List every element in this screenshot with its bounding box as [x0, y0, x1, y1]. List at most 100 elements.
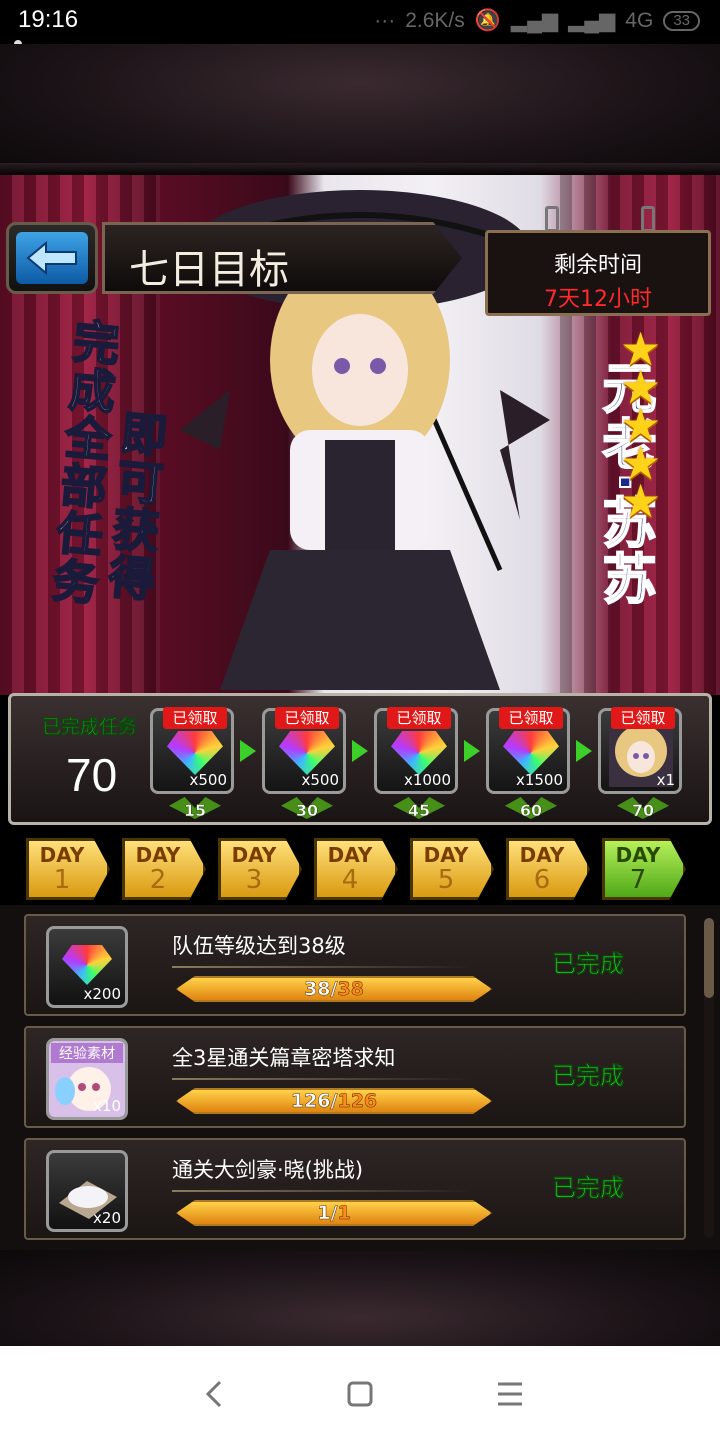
page-title-plate: 七日目标 — [102, 222, 462, 294]
hero-star-rating: ★ ★ ★ ★ ★ — [620, 326, 662, 528]
scrollbar-thumb[interactable] — [704, 918, 714, 998]
remaining-time-value: 7天12小时 — [544, 287, 652, 312]
rainbow-gem-icon — [391, 731, 447, 775]
task-reward-icon[interactable]: x200 — [46, 926, 128, 1008]
arrow-right-icon — [464, 740, 480, 762]
reward-quantity: x200 — [83, 985, 121, 1003]
day-tab-number: 7 — [629, 865, 647, 895]
day-tab-label: DAY — [423, 843, 469, 867]
back-arrow-icon — [16, 232, 88, 284]
rainbow-gem-icon — [279, 731, 335, 775]
completed-tasks-label: 已完成任务 — [42, 716, 138, 739]
network-type: 4G — [625, 8, 654, 32]
milestone-reward-2[interactable]: 已领取 x500 30 — [262, 707, 346, 820]
rainbow-gem-icon — [503, 731, 559, 775]
tab-day-6[interactable]: DAY 6 — [506, 838, 590, 900]
signal-icon: ▂▄▆ — [510, 9, 559, 32]
claimed-badge: 已领取 — [387, 707, 451, 729]
nav-menu-icon[interactable] — [495, 1374, 525, 1414]
day-tab-label: DAY — [231, 843, 277, 867]
claimed-badge: 已领取 — [163, 707, 227, 729]
divider — [172, 966, 472, 968]
milestone-reward-4[interactable]: 已领取 x1500 60 — [486, 707, 570, 820]
status-bar: 19:16 ··· 2.6K/s 🔕 ▂▄▆ ▂▄▆ 4G 33 — [0, 0, 720, 48]
tab-day-3[interactable]: DAY 3 — [218, 838, 302, 900]
tab-day-1[interactable]: DAY 1 — [26, 838, 110, 900]
task-row[interactable]: x200 队伍等级达到38级 38/38 已完成 — [24, 914, 686, 1016]
day-tab-number: 4 — [341, 865, 359, 895]
task-row[interactable]: x20 通关大剑豪·晓(挑战) 1/1 已完成 — [24, 1138, 686, 1240]
sign-hook-left — [545, 206, 559, 232]
divider — [172, 1078, 472, 1080]
progress-text: 126/126 — [290, 1090, 378, 1113]
remaining-time-panel: 剩余时间 7天12小时 — [485, 230, 711, 316]
day-tab-label: DAY — [135, 843, 181, 867]
progress-total: 1 — [337, 1202, 351, 1225]
status-icons: ··· 2.6K/s 🔕 ▂▄▆ ▂▄▆ 4G 33 — [374, 8, 700, 33]
arrow-right-icon — [352, 740, 368, 762]
arrow-right-icon — [576, 740, 592, 762]
task-status-completed: 已完成 — [552, 950, 625, 979]
rainbow-gem-icon — [62, 945, 112, 985]
progress-total: 38 — [337, 978, 364, 1001]
day-tab-label: DAY — [519, 843, 565, 867]
progress-current: 38 — [304, 978, 331, 1001]
tab-day-2[interactable]: DAY 2 — [122, 838, 206, 900]
nav-back-icon[interactable] — [200, 1374, 230, 1414]
day-tab-number: 6 — [533, 865, 551, 895]
star-icon: ★ — [620, 474, 662, 528]
back-button[interactable] — [6, 222, 98, 294]
task-row[interactable]: 经验素材 x10 全3星通关篇章密塔求知 126/126 已完成 — [24, 1026, 686, 1128]
progress-text: 1/1 — [317, 1202, 351, 1225]
sign-hook-right — [641, 206, 655, 232]
day-tab-number: 5 — [437, 865, 455, 895]
task-progress-bar: 38/38 — [176, 976, 492, 1002]
completed-tasks-count: 70 — [66, 749, 118, 801]
bottom-ornament-frame — [0, 1250, 720, 1346]
day-tab-label: DAY — [39, 843, 85, 867]
claimed-badge: 已领取 — [499, 707, 563, 729]
progress-total: 126 — [337, 1090, 378, 1113]
tab-day-5[interactable]: DAY 5 — [410, 838, 494, 900]
milestone-reward-1[interactable]: 已领取 x500 15 — [150, 707, 234, 820]
day-tab-number: 3 — [245, 865, 263, 895]
signal-icon-2: ▂▄▆ — [568, 9, 616, 32]
milestone-requirement: 30 — [295, 801, 319, 821]
milestone-requirement: 70 — [631, 801, 655, 821]
milestone-requirement: 45 — [407, 801, 431, 821]
task-status-completed: 已完成 — [552, 1062, 625, 1091]
nav-home-icon[interactable] — [345, 1374, 375, 1414]
task-reward-icon[interactable]: x20 — [46, 1150, 128, 1232]
claimed-badge: 已领取 — [275, 707, 339, 729]
task-name: 全3星通关篇章密塔求知 — [172, 1046, 396, 1070]
reward-quantity: x500 — [301, 771, 339, 789]
task-progress-bar: 126/126 — [176, 1088, 492, 1114]
claimed-badge: 已领取 — [611, 707, 675, 729]
progress-text: 38/38 — [304, 978, 364, 1001]
exp-material-tag: 经验素材 — [59, 1046, 115, 1062]
battery-icon: 33 — [663, 10, 700, 31]
tab-day-7[interactable]: DAY 7 — [602, 838, 686, 900]
milestone-reward-3[interactable]: 已领取 x1000 45 — [374, 707, 458, 820]
task-name: 通关大剑豪·晓(挑战) — [172, 1158, 364, 1182]
task-name: 队伍等级达到38级 — [172, 934, 346, 958]
milestone-reward-5[interactable]: 已领取 x1 70 — [598, 707, 682, 820]
rainbow-gem-icon — [167, 731, 223, 775]
remaining-time-label: 剩余时间 — [553, 253, 642, 278]
progress-current: 1 — [317, 1202, 331, 1225]
task-status-completed: 已完成 — [552, 1174, 625, 1203]
reward-quantity: x1 — [656, 771, 675, 789]
reward-quantity: x20 — [93, 1209, 121, 1227]
task-reward-icon[interactable]: 经验素材 x10 — [46, 1038, 128, 1120]
task-list-scrollbar[interactable] — [704, 918, 714, 1238]
page-title: 七日目标 — [129, 247, 289, 293]
task-progress-bar: 1/1 — [176, 1200, 492, 1226]
more-dots-icon: ··· — [374, 8, 396, 32]
net-speed: 2.6K/s — [405, 8, 465, 32]
day-tab-number: 1 — [53, 865, 71, 895]
mute-bell-icon: 🔕 — [474, 8, 501, 32]
reward-quantity: x1000 — [403, 771, 451, 789]
divider — [172, 1190, 472, 1192]
tab-day-4[interactable]: DAY 4 — [314, 838, 398, 900]
reward-quantity: x500 — [189, 771, 227, 789]
